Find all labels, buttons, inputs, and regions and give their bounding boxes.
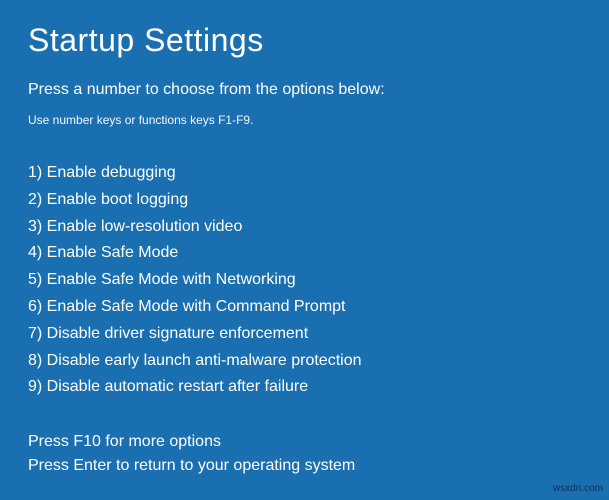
option-6[interactable]: 6) Enable Safe Mode with Command Prompt: [28, 295, 581, 320]
option-8[interactable]: 8) Disable early launch anti-malware pro…: [28, 349, 581, 374]
option-5[interactable]: 5) Enable Safe Mode with Networking: [28, 268, 581, 293]
option-1[interactable]: 1) Enable debugging: [28, 161, 581, 186]
startup-settings-screen: Startup Settings Press a number to choos…: [0, 0, 609, 500]
options-list: 1) Enable debugging 2) Enable boot loggi…: [28, 161, 581, 400]
return-line: Press Enter to return to your operating …: [28, 454, 355, 478]
option-2[interactable]: 2) Enable boot logging: [28, 188, 581, 213]
more-options-line: Press F10 for more options: [28, 430, 355, 454]
option-9[interactable]: 9) Disable automatic restart after failu…: [28, 375, 581, 400]
page-title: Startup Settings: [28, 22, 581, 59]
footer-instructions: Press F10 for more options Press Enter t…: [28, 430, 355, 478]
watermark: wsxdn.com: [553, 483, 603, 494]
option-4[interactable]: 4) Enable Safe Mode: [28, 241, 581, 266]
key-hint: Use number keys or functions keys F1-F9.: [28, 113, 581, 127]
option-7[interactable]: 7) Disable driver signature enforcement: [28, 322, 581, 347]
instruction-subtitle: Press a number to choose from the option…: [28, 81, 581, 99]
option-3[interactable]: 3) Enable low-resolution video: [28, 215, 581, 240]
